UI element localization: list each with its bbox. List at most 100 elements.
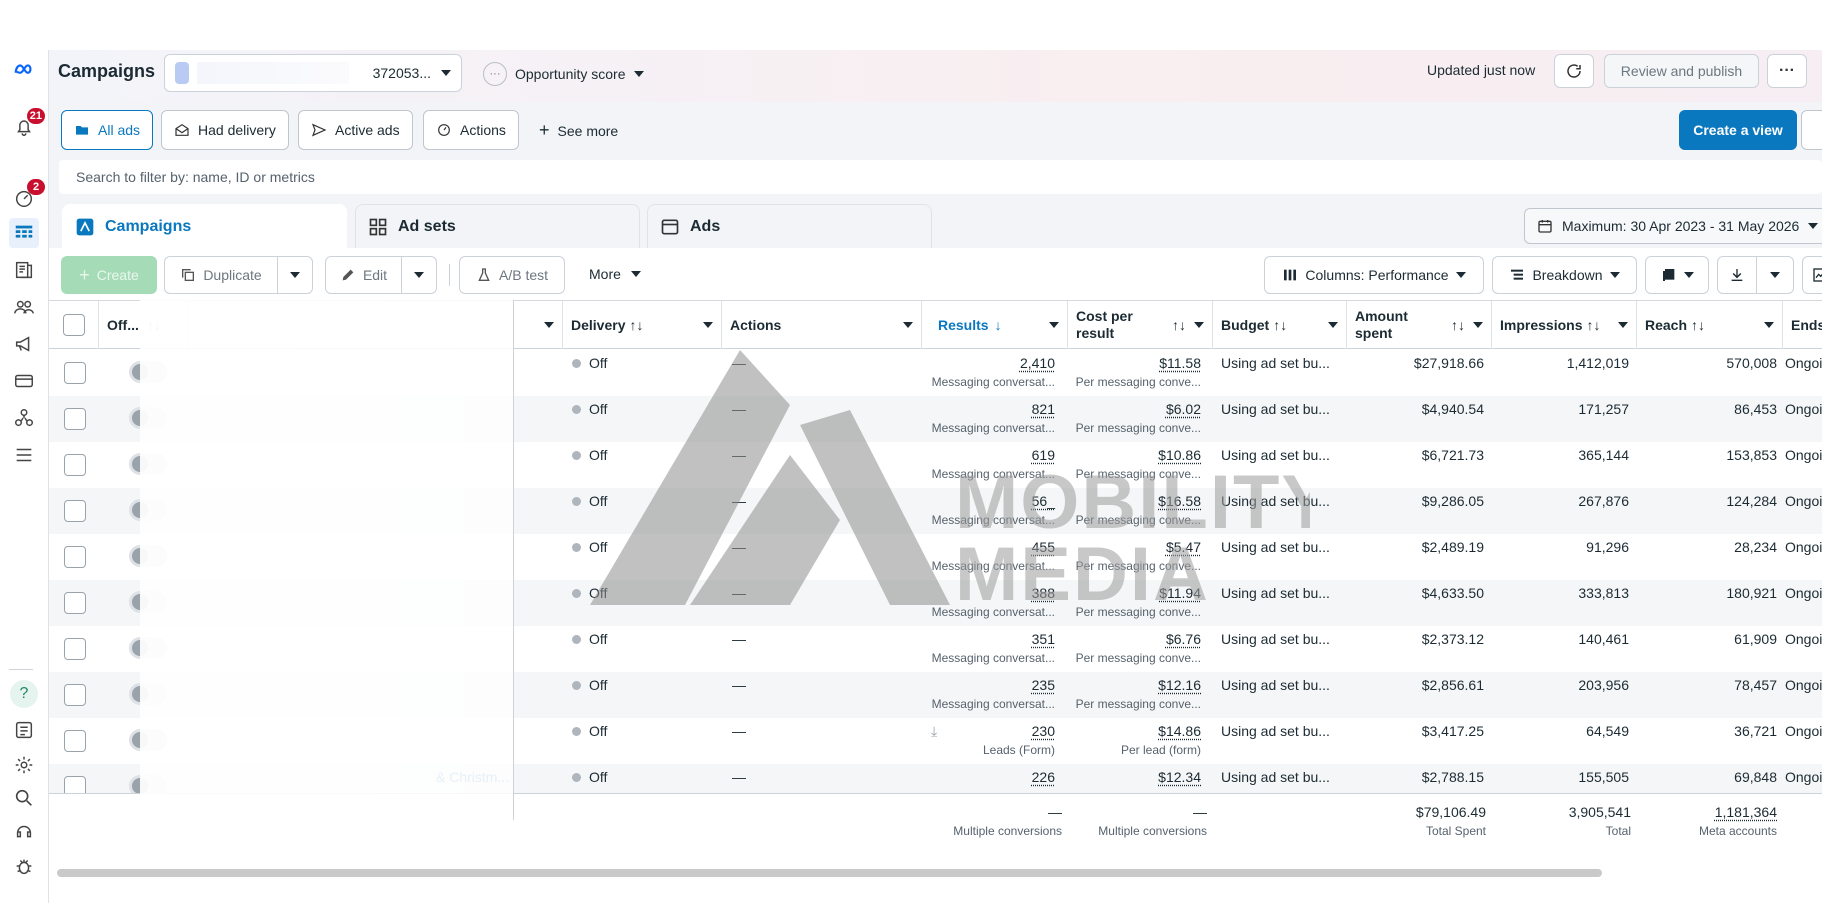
- results-cell[interactable]: 226: [922, 769, 1055, 789]
- column-header-amount-spent[interactable]: Amount spent ↑↓: [1347, 301, 1492, 349]
- cost-per-result-cell[interactable]: $6.76 Per messaging conve...: [1068, 631, 1201, 665]
- export-button[interactable]: [1717, 256, 1757, 294]
- column-budget-label: Budget: [1221, 317, 1270, 333]
- row-checkbox[interactable]: [64, 638, 86, 660]
- charts-button[interactable]: [1802, 256, 1822, 294]
- pages-icon[interactable]: [9, 255, 39, 285]
- megaphone-icon[interactable]: [9, 329, 39, 359]
- breakdown-dropdown[interactable]: Breakdown: [1492, 256, 1637, 294]
- export-dropdown-button[interactable]: [1756, 256, 1794, 294]
- column-header-reach[interactable]: Reach ↑↓: [1637, 301, 1783, 349]
- chevron-down-icon: [1328, 322, 1338, 328]
- row-checkbox[interactable]: [64, 592, 86, 614]
- campaigns-table-icon[interactable]: [9, 218, 39, 248]
- cost-per-result-cell[interactable]: $11.94 Per messaging conve...: [1068, 585, 1201, 619]
- results-cell[interactable]: 351 Messaging conversat...: [922, 631, 1055, 665]
- tab-campaigns[interactable]: Campaigns: [62, 204, 347, 248]
- reports-dropdown[interactable]: [1645, 256, 1709, 294]
- cost-per-result-cell[interactable]: $5.47 Per messaging conve...: [1068, 539, 1201, 573]
- cost-per-result-cell[interactable]: $12.34: [1068, 769, 1201, 789]
- row-checkbox[interactable]: [64, 500, 86, 522]
- create-button[interactable]: + Create: [61, 256, 157, 294]
- row-checkbox[interactable]: [64, 362, 86, 384]
- column-header-impressions[interactable]: Impressions ↑↓: [1492, 301, 1637, 349]
- edit-button[interactable]: Edit: [325, 256, 402, 294]
- cost-per-result-cell[interactable]: $6.02 Per messaging conve...: [1068, 401, 1201, 435]
- view-settings-button[interactable]: [1801, 110, 1822, 150]
- more-actions-dropdown[interactable]: More: [589, 266, 641, 282]
- filter-actions[interactable]: Actions: [423, 110, 519, 150]
- audiences-icon[interactable]: [9, 292, 39, 322]
- actions-toolbar: + Create Duplicate Edit A/B test More Co…: [49, 248, 1822, 300]
- settings-gear-icon[interactable]: [9, 750, 39, 780]
- column-header-actions[interactable]: Actions: [722, 301, 922, 349]
- more-options-button[interactable]: ···: [1767, 54, 1807, 88]
- business-settings-icon[interactable]: [9, 403, 39, 433]
- news-feed-icon[interactable]: [9, 715, 39, 745]
- column-header-budget[interactable]: Budget ↑↓: [1213, 301, 1347, 349]
- cost-per-result-cell[interactable]: $10.86 Per messaging conve...: [1068, 447, 1201, 481]
- tab-ad-sets[interactable]: Ad sets: [355, 204, 640, 248]
- row-checkbox[interactable]: [64, 454, 86, 476]
- results-cell[interactable]: 235 Messaging conversat...: [922, 677, 1055, 711]
- results-cell[interactable]: 455 Messaging conversat...: [922, 539, 1055, 573]
- column-header-delivery[interactable]: Delivery ↑↓: [563, 301, 722, 349]
- row-checkbox[interactable]: [64, 684, 86, 706]
- results-cell[interactable]: 619 Messaging conversat...: [922, 447, 1055, 481]
- review-and-publish-button[interactable]: Review and publish: [1604, 54, 1759, 88]
- filter-active-ads[interactable]: Active ads: [298, 110, 413, 150]
- chevron-down-icon: [1808, 223, 1819, 229]
- results-cell[interactable]: 821 Messaging conversat...: [922, 401, 1055, 435]
- search-icon[interactable]: [9, 783, 39, 813]
- row-checkbox[interactable]: [64, 546, 86, 568]
- duplicate-label: Duplicate: [203, 267, 262, 283]
- duplicate-dropdown-button[interactable]: [277, 256, 313, 294]
- row-checkbox[interactable]: [64, 730, 86, 752]
- refresh-button[interactable]: [1554, 54, 1594, 88]
- reports-icon: [1662, 269, 1674, 281]
- cost-per-result-cell[interactable]: $16.58 Per messaging conve...: [1068, 493, 1201, 527]
- cost-per-result-cell[interactable]: $12.16 Per messaging conve...: [1068, 677, 1201, 711]
- alerts-gauge-icon[interactable]: 2: [9, 179, 45, 213]
- filter-all-ads[interactable]: All ads: [61, 110, 154, 150]
- see-more-filters-button[interactable]: + See more: [539, 120, 618, 141]
- top-blank-area: [0, 0, 1822, 50]
- support-headset-icon[interactable]: [9, 817, 39, 847]
- search-input[interactable]: [59, 160, 1822, 194]
- duplicate-button[interactable]: Duplicate: [164, 256, 278, 294]
- results-cell[interactable]: 56_ Messaging conversat...: [922, 493, 1055, 527]
- search-bar: [49, 158, 1822, 198]
- chevron-down-icon: [1049, 322, 1059, 328]
- help-icon[interactable]: ?: [9, 679, 39, 709]
- filter-had-delivery[interactable]: Had delivery: [161, 110, 289, 150]
- column-header-cost-per-result[interactable]: Cost per result ↑↓: [1068, 301, 1213, 349]
- column-header-results[interactable]: Results ↓: [922, 301, 1068, 349]
- columns-dropdown[interactable]: Columns: Performance: [1264, 256, 1484, 294]
- horizontal-scrollbar[interactable]: [57, 869, 1602, 877]
- cost-per-result-cell[interactable]: $14.86 Per lead (form): [1068, 723, 1201, 757]
- edit-dropdown-button[interactable]: [401, 256, 437, 294]
- ab-test-button[interactable]: A/B test: [459, 256, 565, 294]
- column-header-ends[interactable]: Ends↑↓: [1783, 301, 1822, 349]
- columns-label: Columns: Performance: [1305, 267, 1449, 283]
- create-a-view-button[interactable]: Create a view: [1679, 110, 1797, 150]
- date-range-picker[interactable]: Maximum: 30 Apr 2023 - 31 May 2026: [1524, 208, 1822, 244]
- cost-per-result-cell[interactable]: $11.58 Per messaging conve...: [1068, 355, 1201, 389]
- delivery-status: Off: [572, 539, 607, 555]
- tab-ads[interactable]: Ads: [647, 204, 932, 248]
- billing-card-icon[interactable]: [9, 366, 39, 396]
- all-tools-menu-icon[interactable]: [9, 440, 39, 470]
- results-cell[interactable]: 230 Leads (Form): [922, 723, 1055, 757]
- results-cell[interactable]: 2,410 Messaging conversat...: [922, 355, 1055, 389]
- status-dot-icon: [572, 497, 581, 506]
- row-checkbox[interactable]: [64, 408, 86, 430]
- chevron-down-icon: [1618, 322, 1628, 328]
- notifications-bell-icon[interactable]: 21: [9, 108, 45, 142]
- opportunity-score-dropdown[interactable]: ··· Opportunity score: [483, 62, 644, 86]
- select-all-checkbox[interactable]: [62, 314, 85, 336]
- meta-logo-icon[interactable]: [9, 55, 39, 85]
- ad-account-selector[interactable]: 372053...: [164, 54, 462, 92]
- results-cell[interactable]: 388 Messaging conversat...: [922, 585, 1055, 619]
- filter-active-ads-label: Active ads: [335, 122, 400, 138]
- bug-report-icon[interactable]: [9, 851, 39, 881]
